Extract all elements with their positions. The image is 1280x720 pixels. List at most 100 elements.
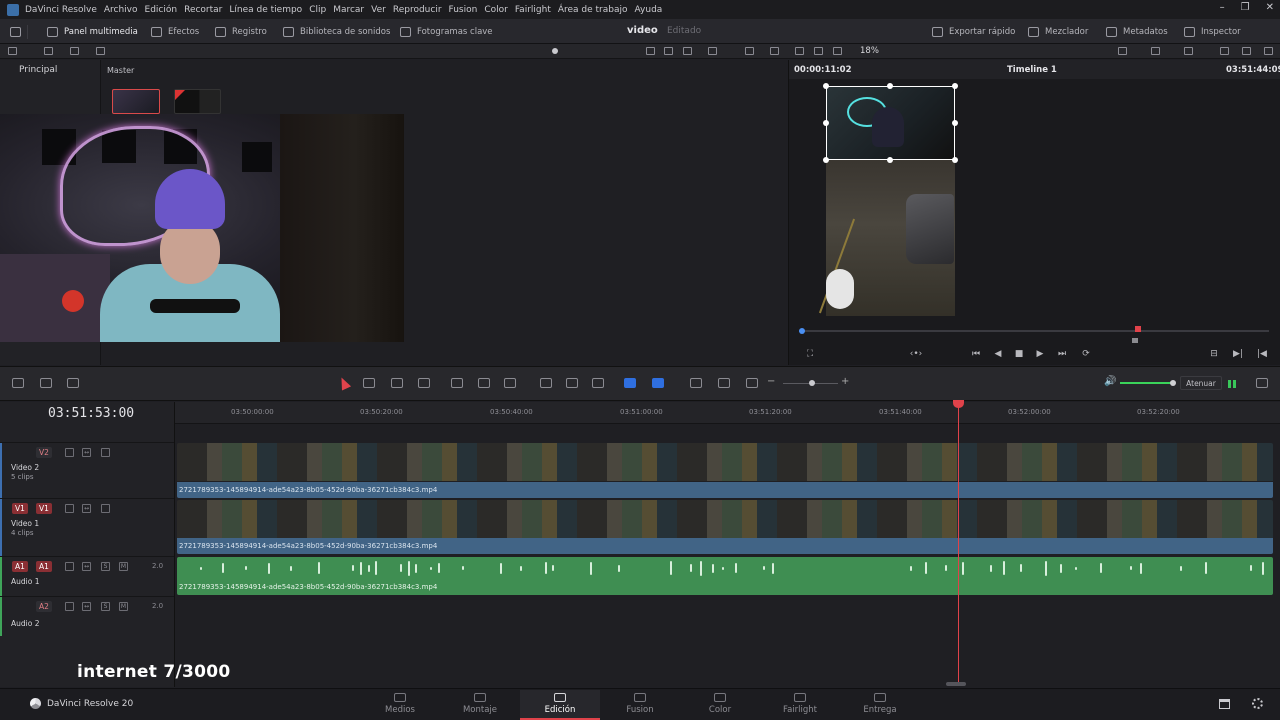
color-wheel-icon[interactable] (1220, 47, 1229, 55)
bin-view-icon[interactable] (70, 47, 79, 55)
sort-icon[interactable] (745, 47, 754, 55)
index-button[interactable]: Registro (215, 19, 267, 44)
page-tab-fairlight[interactable]: Fairlight (760, 690, 840, 720)
more-icon[interactable] (1264, 47, 1273, 55)
menu-color[interactable]: Color (484, 5, 508, 15)
thumb-size-knob[interactable] (552, 48, 558, 54)
menu-area-de-trabajo[interactable]: Área de trabajo (558, 5, 628, 15)
video-clip-v1[interactable] (177, 500, 1273, 538)
volume-knob[interactable] (1170, 380, 1176, 386)
flag-icon[interactable] (624, 378, 636, 388)
output-icon[interactable] (1151, 47, 1160, 55)
next-edit-icon[interactable]: ▶| (1231, 349, 1245, 359)
page-tab-edit[interactable]: Edición (520, 690, 600, 720)
track-lock-icon[interactable] (65, 602, 74, 611)
play-icon[interactable]: ▶ (1033, 349, 1047, 359)
bin-item-principal[interactable]: Principal (19, 65, 57, 75)
mixer-panel-icon[interactable] (1256, 378, 1268, 388)
search-icon[interactable] (708, 47, 717, 55)
workspace-toggle[interactable] (10, 19, 28, 44)
timeline-zoom-knob[interactable] (809, 380, 815, 386)
source-patch-badge[interactable]: V1 (12, 503, 28, 514)
menu-linea-de-tiempo[interactable]: Línea de tiempo (229, 5, 302, 15)
lock-icon[interactable] (592, 378, 604, 388)
viewer-grid-icon[interactable] (833, 47, 842, 55)
zoom-full-icon[interactable] (690, 378, 702, 388)
transform-handle[interactable] (887, 83, 893, 89)
timeline-scrollbar[interactable] (946, 682, 966, 686)
transform-handle[interactable] (952, 120, 958, 126)
overlay-icon[interactable] (1184, 47, 1193, 55)
marker-icon[interactable] (652, 378, 664, 388)
mixer-button[interactable]: Mezclador (1028, 19, 1088, 44)
replace-clip-icon[interactable] (504, 378, 516, 388)
stop-icon[interactable]: ■ (1012, 349, 1026, 359)
metadata-button[interactable]: Metadatos (1106, 19, 1168, 44)
mute-button[interactable]: M (119, 602, 128, 611)
viewer-mode-icon[interactable] (814, 47, 823, 55)
menu-fairlight[interactable]: Fairlight (515, 5, 551, 15)
home-icon[interactable] (1219, 699, 1230, 709)
track-badge[interactable]: V2 (36, 447, 52, 458)
timeline-playhead[interactable] (958, 404, 959, 684)
menu-archivo[interactable]: Archivo (104, 5, 138, 15)
dynamic-trim-icon[interactable] (391, 378, 403, 388)
timeline-options-icon[interactable] (12, 378, 24, 388)
cloud-icon[interactable] (96, 47, 105, 55)
jog-icon[interactable]: ‹•› (909, 349, 923, 359)
go-to-start-icon[interactable]: ⏮ (969, 349, 983, 359)
media-clip-thumbnail[interactable] (174, 89, 221, 114)
view-options-icon[interactable] (40, 378, 52, 388)
smart-bin-icon[interactable] (44, 47, 53, 55)
track-visibility-icon[interactable] (101, 504, 110, 513)
page-tab-cut[interactable]: Montaje (440, 690, 520, 720)
menu-ver[interactable]: Ver (371, 5, 386, 15)
insert-clip-icon[interactable] (451, 378, 463, 388)
track-badge[interactable]: V1 (36, 503, 52, 514)
media-clip-thumbnail[interactable] (112, 89, 160, 114)
track-lock-icon[interactable] (65, 562, 74, 571)
transform-handle[interactable] (823, 83, 829, 89)
timeline-selector[interactable]: Timeline 1 (1007, 65, 1057, 75)
solo-button[interactable]: S (101, 602, 110, 611)
metadata-view-icon[interactable] (683, 47, 692, 55)
transform-handle[interactable] (952, 83, 958, 89)
clip-name-v2[interactable]: 2721789353-145894914-ade54a23-8b05-452d-… (177, 482, 1273, 498)
prev-edit-icon[interactable]: |◀ (1255, 349, 1269, 359)
effects-button[interactable]: Efectos (151, 19, 199, 44)
volume-icon[interactable]: 🔊 (1104, 377, 1116, 388)
menu-edicion[interactable]: Edición (145, 5, 178, 15)
timeline-ruler[interactable] (175, 402, 1280, 424)
page-tab-media[interactable]: Medios (360, 690, 440, 720)
voiceover-mic-icon[interactable] (67, 378, 79, 388)
media-pool-button[interactable]: Panel multimedia (47, 19, 138, 44)
viewer-scrubber[interactable] (799, 330, 1269, 332)
inspector-button[interactable]: Inspector (1184, 19, 1241, 44)
menu-fusion[interactable]: Fusion (449, 5, 478, 15)
transform-handle[interactable] (823, 120, 829, 126)
keyframes-button[interactable]: Fotogramas clave (400, 19, 493, 44)
maximize-button[interactable]: ❐ (1241, 2, 1250, 13)
track-badge[interactable]: A2 (36, 601, 52, 612)
transform-handle[interactable] (887, 157, 893, 163)
zoom-in-icon[interactable]: + (841, 377, 853, 388)
step-back-icon[interactable]: ◀ (991, 349, 1005, 359)
menu-clip[interactable]: Clip (309, 5, 326, 15)
menu-reproducir[interactable]: Reproducir (393, 5, 442, 15)
source-patch-badge[interactable]: A1 (12, 561, 28, 572)
track-badge[interactable]: A1 (36, 561, 52, 572)
zoom-out-icon[interactable]: − (767, 377, 779, 388)
snapping-icon[interactable] (540, 378, 552, 388)
grid-view-icon[interactable] (664, 47, 673, 55)
close-button[interactable]: ✕ (1266, 2, 1274, 13)
volume-slider[interactable] (1120, 382, 1174, 384)
mute-button[interactable]: M (119, 562, 128, 571)
go-to-end-icon[interactable]: ⏭ (1055, 349, 1069, 359)
loop-icon[interactable]: ⟳ (1079, 349, 1093, 359)
zoom-detail-icon[interactable] (718, 378, 730, 388)
pip-overlay[interactable] (826, 86, 955, 160)
minimize-button[interactable]: – (1220, 2, 1225, 13)
auto-select-icon[interactable]: ↔ (82, 562, 91, 571)
menu-marcar[interactable]: Marcar (333, 5, 364, 15)
page-tab-color[interactable]: Color (680, 690, 760, 720)
